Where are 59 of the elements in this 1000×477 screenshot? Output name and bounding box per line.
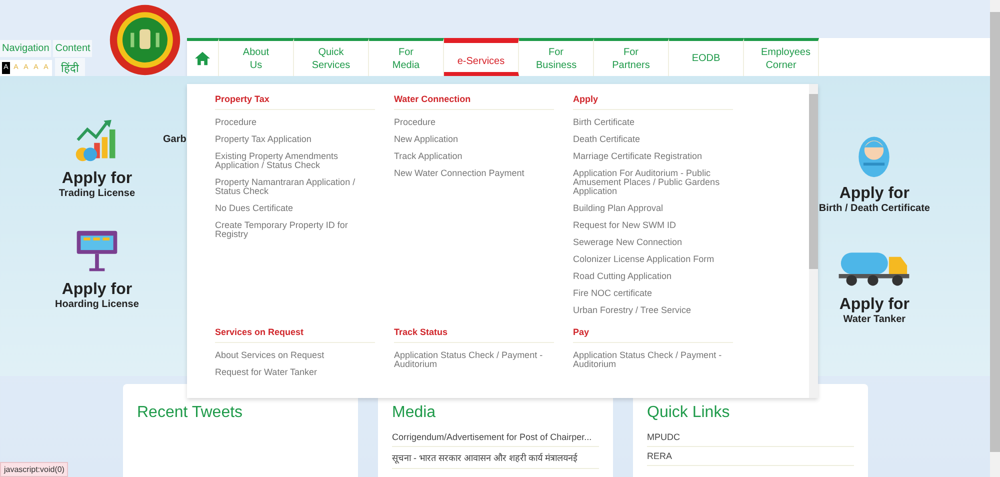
service-subtitle: Water Tanker: [843, 314, 906, 325]
menu-link[interactable]: Property Namantraran Application / Status Check: [215, 174, 375, 200]
menu-link[interactable]: Urban Forestry / Tree Service: [573, 302, 733, 319]
nav-tab[interactable]: Employees Corner: [744, 38, 819, 76]
service-title: Apply for: [839, 296, 910, 314]
menu-link[interactable]: Request for Water Tanker: [215, 364, 375, 381]
menu-link[interactable]: Fire NOC certificate: [573, 285, 733, 302]
card-link[interactable]: Corrigendum/Advertisement for Post of Chairper...: [392, 428, 599, 447]
nav-tab[interactable]: For Media: [369, 38, 444, 76]
menu-link[interactable]: Procedure: [394, 114, 554, 131]
nav-tab[interactable]: For Business: [519, 38, 594, 76]
menu-link[interactable]: Application Status Check / Payment - Auditorium: [573, 347, 733, 373]
menu-link[interactable]: Property Tax Application: [215, 131, 375, 148]
menu-link[interactable]: Track Application: [394, 148, 554, 165]
menu-section-heading: Track Status: [394, 327, 554, 343]
menu-link[interactable]: Procedure: [215, 114, 375, 131]
menu-section-heading: Apply: [573, 94, 733, 110]
nav-tab[interactable]: e-Services: [444, 38, 519, 76]
card-link[interactable]: सूचना - भारत सरकार आवासन और शहरी कार्य मंत्रालयनई: [392, 447, 599, 469]
accessibility-tab[interactable]: Navigation: [0, 40, 52, 57]
menu-link[interactable]: Sewerage New Connection: [573, 234, 733, 251]
nav-tab[interactable]: EODB: [669, 38, 744, 76]
card-link[interactable]: RERA: [647, 447, 854, 466]
menu-link[interactable]: Existing Property Amendments Application / Status Check: [215, 148, 375, 174]
menu-link[interactable]: Building Plan Approval: [573, 200, 733, 217]
menu-link[interactable]: New Water Connection Payment: [394, 165, 554, 182]
card-title: Quick Links: [647, 404, 731, 422]
service-subtitle: Birth / Death Certificate: [818, 203, 930, 214]
service-title: Apply for: [62, 281, 132, 299]
nav-tab[interactable]: Quick Services: [294, 38, 369, 76]
menu-link[interactable]: About Services on Request: [215, 347, 375, 364]
service-title: Apply for: [62, 170, 132, 188]
card-link[interactable]: MPUDC: [647, 428, 854, 447]
card-title: Recent Tweets: [137, 404, 244, 422]
service-subtitle: Trading License: [58, 188, 136, 199]
menu-section-heading: Pay: [573, 327, 733, 343]
service-subtitle: Hoarding License: [55, 299, 139, 310]
menu-link[interactable]: Road Cutting Application: [573, 268, 733, 285]
menu-section-heading: Property Tax: [215, 94, 375, 110]
menu-link[interactable]: Colonizer License Application Form: [573, 251, 733, 268]
menu-link[interactable]: Application For Auditorium - Public Amusement Places / Public Gardens Application: [573, 165, 733, 200]
menu-link[interactable]: Request for New SWM ID: [573, 217, 733, 234]
menu-link[interactable]: Create Temporary Property ID for Registry: [215, 217, 375, 243]
language-link[interactable]: हिंदी: [55, 58, 85, 77]
service-title: Apply for: [839, 185, 910, 203]
service-subtitle: Garb: [163, 134, 186, 145]
nav-tab[interactable]: About Us: [219, 38, 294, 76]
menu-link[interactable]: Death Certificate: [573, 131, 733, 148]
status-url: javascript:void(0): [0, 462, 68, 477]
accessibility-tab[interactable]: Content: [53, 40, 92, 57]
nav-tab[interactable]: For Partners: [594, 38, 669, 76]
menu-link[interactable]: No Dues Certificate: [215, 200, 375, 217]
menu-section-heading: Services on Request: [215, 327, 375, 343]
card-title: Media: [392, 404, 437, 422]
menu-link[interactable]: Birth Certificate: [573, 114, 733, 131]
menu-link[interactable]: New Application: [394, 131, 554, 148]
menu-section-heading: Water Connection: [394, 94, 554, 110]
menu-link[interactable]: Application Status Check / Payment - Auditorium: [394, 347, 554, 373]
menu-link[interactable]: Marriage Certificate Registration: [573, 148, 733, 165]
